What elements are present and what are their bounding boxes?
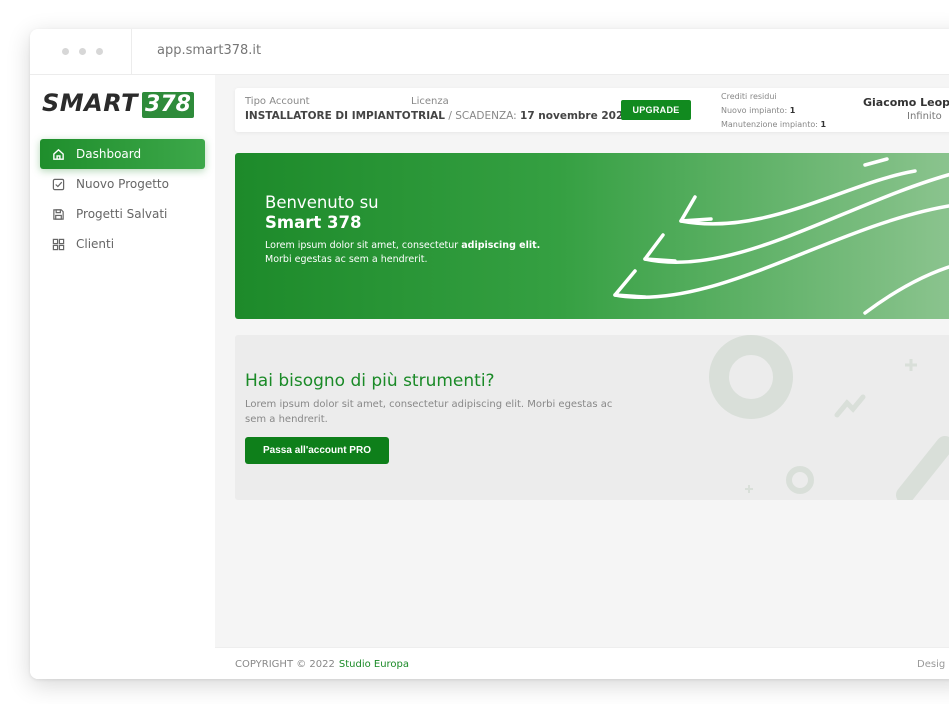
upgrade-to-pro-button[interactable]: Passa all'account PRO (245, 437, 389, 464)
company-link[interactable]: Studio Europa (339, 659, 409, 670)
window-dot-icon[interactable] (96, 48, 103, 55)
sidebar-item-dashboard[interactable]: Dashboard (40, 139, 205, 169)
license-plan: TRIAL (411, 110, 445, 122)
license-value: TRIAL / SCADENZA: 17 novembre 2022 (411, 110, 631, 122)
footer: COPYRIGHT © 2022 Studio Europa Desig (215, 647, 949, 679)
browser-bar: app.smart378.it (30, 29, 949, 75)
swoosh-arrows-illustration (613, 157, 949, 315)
logo[interactable]: SMART 378 (42, 89, 202, 123)
copyright-text: COPYRIGHT © 2022 (235, 659, 335, 670)
browser-window: app.smart378.it SMART 378 Dashboard Nuovo… (30, 29, 949, 679)
window-controls (62, 48, 103, 55)
save-icon (50, 206, 66, 222)
user-plan: Infinito (907, 111, 942, 122)
user-name[interactable]: Giacomo Leopa (863, 96, 949, 109)
welcome-title-line2: Smart 378 (265, 213, 362, 232)
design-credit[interactable]: Desig (917, 659, 945, 670)
welcome-text-bold: adipiscing elit. (461, 240, 541, 251)
account-type-label: Tipo Account (245, 96, 310, 107)
logo-accent: 378 (142, 92, 194, 118)
account-type-value: INSTALLATORE DI IMPIANTO (245, 110, 411, 122)
sidebar-nav: Dashboard Nuovo Progetto Progetti Salvat… (40, 139, 205, 259)
welcome-text-part1: Lorem ipsum dolor sit amet, consectetur (265, 240, 462, 251)
logo-text: SMART (42, 89, 139, 117)
main-content: Tipo Account INSTALLATORE DI IMPIANTO Li… (215, 75, 949, 679)
address-bar[interactable]: app.smart378.it (157, 43, 261, 58)
window-dot-icon[interactable] (62, 48, 69, 55)
window-dot-icon[interactable] (79, 48, 86, 55)
sidebar-item-label: Progetti Salvati (76, 207, 168, 221)
sidebar-item-clienti[interactable]: Clienti (40, 229, 205, 259)
home-icon (50, 146, 66, 162)
license-separator: / SCADENZA: (444, 110, 521, 122)
pro-upgrade-card: Hai bisogno di più strumenti? Lorem ipsu… (235, 335, 949, 500)
credits-maintenance: Manutenzione impianto: 1 (721, 118, 826, 132)
decorative-shapes-illustration (709, 335, 949, 500)
account-info-bar: Tipo Account INSTALLATORE DI IMPIANTO Li… (235, 88, 949, 132)
credits-new-plant: Nuovo impianto: 1 (721, 104, 826, 118)
credits-new-value: 1 (789, 106, 796, 115)
welcome-text: Lorem ipsum dolor sit amet, consectetur … (265, 239, 565, 267)
checkbox-icon (50, 176, 66, 192)
sidebar: SMART 378 Dashboard Nuovo Progetto Proget… (30, 75, 215, 679)
grid-icon (50, 236, 66, 252)
license-label: Licenza (411, 96, 449, 107)
credits-maint-value: 1 (820, 120, 827, 129)
welcome-text-line2: Morbi egestas ac sem a hendrerit. (265, 254, 428, 265)
sidebar-item-progetti-salvati[interactable]: Progetti Salvati (40, 199, 205, 229)
sidebar-item-nuovo-progetto[interactable]: Nuovo Progetto (40, 169, 205, 199)
sidebar-item-label: Nuovo Progetto (76, 177, 169, 191)
credits-title: Crediti residui (721, 92, 777, 101)
sidebar-item-label: Clienti (76, 237, 115, 251)
credits-maint-label: Manutenzione impianto: (721, 120, 818, 129)
license-expiry: 17 novembre 2022 (520, 110, 631, 122)
upgrade-button[interactable]: UPGRADE (621, 100, 691, 120)
copyright: COPYRIGHT © 2022 Studio Europa (235, 659, 409, 670)
promo-text: Lorem ipsum dolor sit amet, consectetur … (245, 399, 613, 425)
welcome-title: Benvenuto su Smart 378 (265, 193, 379, 233)
welcome-title-line1: Benvenuto su (265, 193, 379, 212)
promo-title: Hai bisogno di più strumenti? (245, 371, 495, 391)
welcome-banner: Benvenuto su Smart 378 Lorem ipsum dolor… (235, 153, 949, 319)
url-divider (131, 29, 132, 75)
credits-info: Crediti residui Nuovo impianto: 1 Manute… (721, 90, 826, 132)
sidebar-item-label: Dashboard (76, 147, 142, 161)
credits-new-label: Nuovo impianto: (721, 106, 788, 115)
